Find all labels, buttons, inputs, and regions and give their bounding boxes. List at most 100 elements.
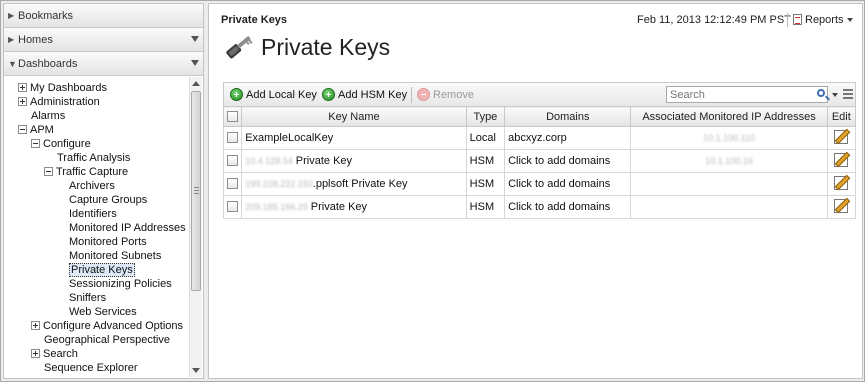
- scroll-down-icon[interactable]: [192, 368, 200, 373]
- reports-menu[interactable]: Reports: [793, 13, 853, 27]
- tree-item[interactable]: Monitored IP Addresses: [69, 221, 186, 235]
- tree-item[interactable]: Archivers: [69, 179, 115, 193]
- tree-item[interactable]: Traffic Capture: [44, 165, 128, 179]
- type-cell: HSM: [465, 172, 506, 196]
- row-checkbox[interactable]: [227, 201, 239, 212]
- dashboards-label: Dashboards: [18, 58, 78, 70]
- scroll-thumb[interactable]: [191, 91, 201, 291]
- key-name-cell[interactable]: ExampleLocalKey: [241, 126, 467, 150]
- reports-label: Reports: [805, 14, 844, 26]
- tree-item[interactable]: Traffic Analysis: [57, 151, 130, 165]
- add-hsm-key-button[interactable]: Add HSM Key: [322, 87, 407, 103]
- type-cell: HSM: [465, 195, 506, 219]
- expand-icon[interactable]: [31, 349, 40, 358]
- domains-cell[interactable]: Click to add domains: [504, 149, 632, 173]
- tree-item[interactable]: Configure: [31, 137, 91, 151]
- tree-item[interactable]: Monitored Subnets: [69, 249, 161, 263]
- content-panel: Private Keys Feb 11, 2013 12:12:49 PM PS…: [208, 3, 863, 379]
- ip-addresses-cell: [630, 195, 828, 219]
- tree-item[interactable]: Configure Advanced Options: [31, 319, 183, 333]
- domains-cell[interactable]: abcxyz.corp: [504, 126, 632, 150]
- key-name-cell[interactable]: 199.228.222.150.pplsoft Private Key: [241, 172, 467, 196]
- tree-item[interactable]: My Dashboards: [18, 81, 107, 95]
- homes-label: Homes: [18, 34, 53, 46]
- domains-cell[interactable]: Click to add domains: [504, 172, 632, 196]
- key-name-cell[interactable]: 209.185.166.29 Private Key: [241, 195, 467, 219]
- edit-icon[interactable]: [834, 175, 849, 190]
- edit-icon[interactable]: [834, 152, 849, 167]
- column-header-key-name[interactable]: Key Name: [241, 106, 467, 127]
- column-header-edit[interactable]: Edit: [826, 106, 857, 127]
- table-row[interactable]: ExampleLocalKey Local abcxyz.corp 10.1.100.…: [222, 126, 857, 150]
- column-header-ip-addresses[interactable]: Associated Monitored IP Addresses: [630, 106, 828, 127]
- tree-item-label: Administration: [30, 96, 100, 108]
- homes-header[interactable]: ▶ Homes: [4, 28, 203, 52]
- tree-item[interactable]: Identifiers: [69, 207, 117, 221]
- tree-item-label: Sessionizing Policies: [69, 278, 172, 290]
- collapse-icon[interactable]: [18, 125, 27, 134]
- table-row[interactable]: 10.4.128.54 Private Key HSM Click to add d…: [222, 149, 857, 173]
- row-checkbox[interactable]: [227, 178, 239, 189]
- expand-arrow-icon: ▶: [8, 11, 15, 20]
- tree-item[interactable]: Administration: [18, 95, 100, 109]
- tree-item[interactable]: Web Services: [69, 305, 137, 319]
- tree-item[interactable]: Capture Groups: [69, 193, 147, 207]
- tree-item[interactable]: Sequence Explorer: [44, 361, 138, 375]
- remove-label: Remove: [433, 89, 474, 101]
- tree-item-label: Traffic Capture: [56, 166, 129, 178]
- table-row[interactable]: 209.185.166.29 Private Key HSM Click to ad…: [222, 195, 857, 219]
- search-icon[interactable]: [817, 89, 825, 97]
- chevron-down-icon[interactable]: [191, 36, 199, 42]
- select-all-checkbox[interactable]: [227, 110, 239, 122]
- ip-addresses-cell: [630, 172, 828, 196]
- tree-item[interactable]: Sessionizing Policies: [69, 277, 172, 291]
- table-row[interactable]: 199.228.222.150.pplsoft Private Key HSM Cl…: [222, 172, 857, 196]
- row-checkbox[interactable]: [227, 155, 239, 166]
- collapse-icon[interactable]: [31, 139, 40, 148]
- scroll-up-icon[interactable]: [192, 81, 200, 86]
- tree-item-label: Private Keys: [69, 263, 135, 277]
- edit-icon[interactable]: [834, 129, 849, 144]
- add-local-key-label: Add Local Key: [246, 89, 317, 101]
- search-input[interactable]: [666, 86, 828, 103]
- dashboard-tree: My Dashboards Administration Alarms APM Conf…: [4, 77, 190, 377]
- timestamp: Feb 11, 2013 12:12:49 PM PST: [637, 14, 791, 26]
- search-options-dropdown-icon[interactable]: [832, 93, 838, 97]
- add-icon: [230, 88, 243, 101]
- collapse-arrow-icon: ▼: [8, 59, 17, 69]
- app-frame: ▶ Bookmarks ▶ Homes ▼ Dashboards My Dash…: [0, 0, 865, 382]
- tree-item[interactable]: Monitored Ports: [69, 235, 147, 249]
- remove-button[interactable]: Remove: [417, 87, 474, 103]
- expand-icon[interactable]: [18, 97, 27, 106]
- key-name-text: ExampleLocalKey: [245, 132, 334, 144]
- toolbar-divider: [411, 87, 412, 103]
- column-header-type[interactable]: Type: [465, 106, 506, 127]
- chevron-down-icon[interactable]: [191, 60, 199, 66]
- expand-icon[interactable]: [18, 83, 27, 92]
- collapse-icon[interactable]: [44, 167, 53, 176]
- tree-item[interactable]: Private Keys: [69, 263, 135, 277]
- dashboards-header[interactable]: ▼ Dashboards: [4, 52, 203, 76]
- tree-scrollbar[interactable]: [189, 77, 202, 377]
- tree-item[interactable]: Search: [31, 347, 78, 361]
- domains-cell[interactable]: Click to add domains: [504, 195, 632, 219]
- row-select-cell: [222, 126, 243, 150]
- tree-item[interactable]: Geographical Perspective: [44, 333, 170, 347]
- tree-item-label: My Dashboards: [30, 82, 108, 94]
- expand-icon[interactable]: [31, 321, 40, 330]
- add-local-key-button[interactable]: Add Local Key: [230, 87, 317, 103]
- column-chooser-icon[interactable]: [843, 89, 853, 99]
- edit-icon[interactable]: [834, 198, 849, 213]
- column-header-domains[interactable]: Domains: [504, 106, 632, 127]
- row-checkbox[interactable]: [227, 132, 239, 143]
- tree-item-label: Monitored Ports: [69, 236, 147, 248]
- tree-item[interactable]: APM: [18, 123, 54, 137]
- row-select-cell: [222, 149, 243, 173]
- tree-item[interactable]: Alarms: [31, 109, 65, 123]
- tree-item[interactable]: Sniffers: [69, 291, 106, 305]
- key-name-cell[interactable]: 10.4.128.54 Private Key: [241, 149, 467, 173]
- toolbar: Add Local Key Add HSM Key Remove: [223, 82, 856, 106]
- select-all-cell: [222, 106, 243, 127]
- bookmarks-header[interactable]: ▶ Bookmarks: [4, 4, 203, 28]
- tree-item-label: Identifiers: [69, 208, 117, 220]
